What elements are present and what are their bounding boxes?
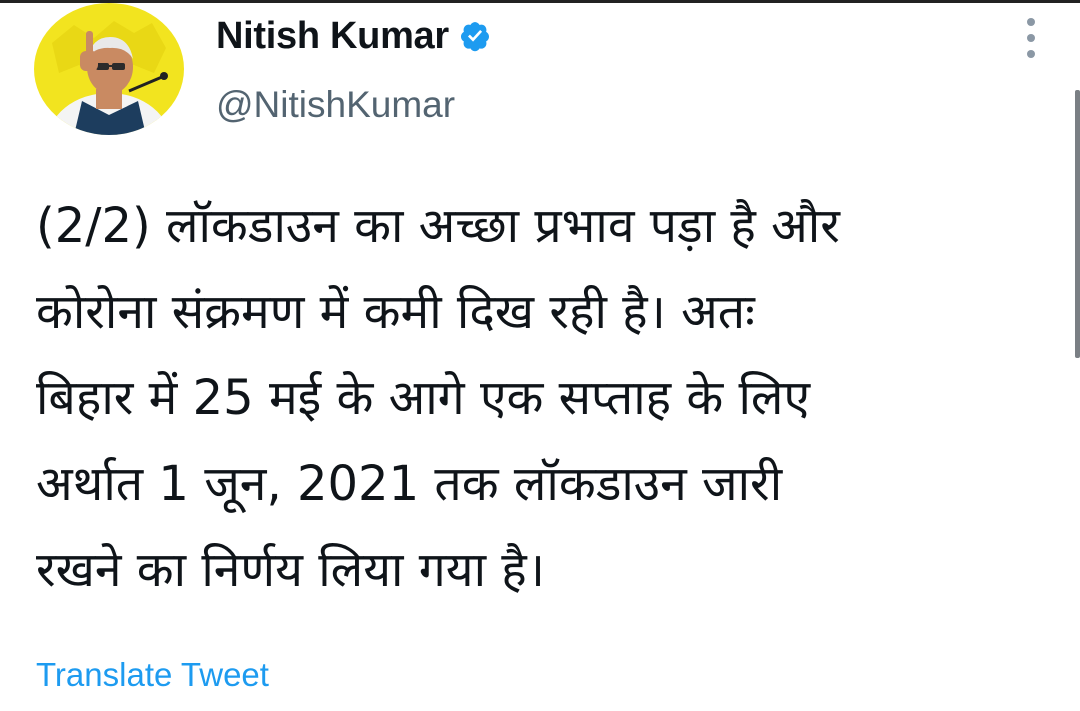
- translate-tweet-link[interactable]: Translate Tweet: [36, 656, 269, 694]
- scrollbar[interactable]: [1075, 90, 1080, 358]
- author-avatar[interactable]: [34, 3, 184, 135]
- tweet-text-line: (2/2) लॉकडाउन का अच्छा प्रभाव पड़ा है और: [36, 198, 840, 254]
- more-dot: [1027, 18, 1035, 26]
- tweet-text: (2/2) लॉकडाउन का अच्छा प्रभाव पड़ा है और…: [36, 183, 1046, 613]
- author-handle[interactable]: @NitishKumar: [216, 84, 455, 126]
- more-options-icon[interactable]: [1018, 18, 1044, 58]
- tweet-text-line: रखने का निर्णय लिया गया है।: [36, 542, 545, 598]
- author-display-name[interactable]: Nitish Kumar: [216, 15, 449, 58]
- author-name-row: Nitish Kumar: [216, 14, 491, 58]
- more-dot: [1027, 34, 1035, 42]
- profile-photo-icon: [34, 3, 184, 135]
- more-dot: [1027, 50, 1035, 58]
- tweet-text-line: कोरोना संक्रमण में कमी दिख रही है। अतः: [36, 284, 755, 340]
- top-divider: [0, 0, 1080, 3]
- tweet-text-line: अर्थात 1 जून, 2021 तक लॉकडाउन जारी: [36, 456, 783, 512]
- verified-badge-icon: [459, 20, 491, 52]
- tweet-text-line: बिहार में 25 मई के आगे एक सप्ताह के लिए: [36, 370, 811, 426]
